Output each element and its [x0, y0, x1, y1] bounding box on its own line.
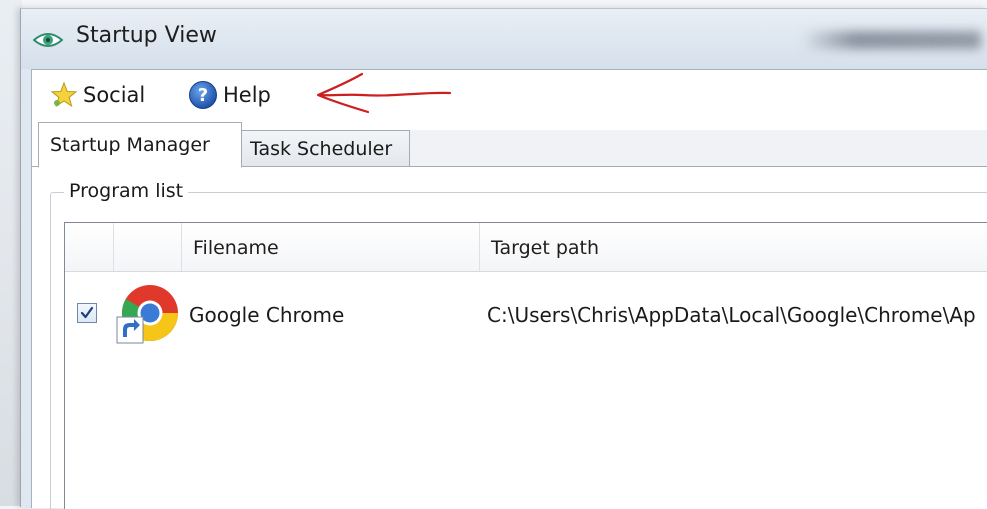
tab-task-scheduler[interactable]: Task Scheduler: [242, 130, 410, 166]
blurred-title-controls: [801, 31, 981, 49]
checkmark-icon: [80, 306, 94, 319]
svg-text:?: ?: [198, 85, 208, 106]
star-icon: [50, 81, 78, 108]
program-list-view[interactable]: Filename Target path Google Chrome C:\Us…: [64, 222, 987, 509]
menu-item-label: Help: [223, 83, 271, 107]
window-client-area: Social ? Help Startup Manager Task Sched…: [31, 69, 987, 509]
title-bar[interactable]: Startup View: [21, 9, 987, 69]
eye-icon: [33, 33, 63, 47]
column-separator: [181, 223, 182, 271]
column-header-target-path[interactable]: Target path: [491, 237, 599, 259]
column-separator[interactable]: [479, 223, 480, 271]
tab-label: Task Scheduler: [250, 137, 393, 160]
cell-target-path: C:\Users\Chris\AppData\Local\Google\Chro…: [487, 303, 976, 327]
desktop-background: [0, 0, 22, 506]
google-chrome-shortcut-icon: [116, 285, 178, 344]
tab-startup-manager[interactable]: Startup Manager: [38, 122, 242, 168]
table-row[interactable]: Google Chrome C:\Users\Chris\AppData\Loc…: [65, 273, 987, 361]
menu-bar: Social ? Help: [32, 70, 987, 118]
menu-item-help[interactable]: ? Help: [188, 78, 271, 112]
list-header: Filename Target path: [65, 223, 987, 272]
menu-item-social[interactable]: Social: [50, 78, 145, 112]
menu-item-label: Social: [83, 83, 146, 107]
row-checkbox[interactable]: [77, 303, 97, 323]
group-legend: Program list: [64, 180, 189, 202]
tab-label: Startup Manager: [50, 134, 210, 156]
column-separator: [113, 223, 114, 271]
column-header-filename[interactable]: Filename: [193, 237, 279, 259]
startup-view-window: Startup View Social ? Help Startup Manag…: [20, 8, 987, 509]
annotation-arrow: [316, 72, 452, 114]
window-title: Startup View: [76, 23, 217, 48]
cell-filename: Google Chrome: [189, 303, 345, 327]
tab-strip-background: [410, 130, 987, 166]
help-icon: ?: [189, 81, 217, 109]
